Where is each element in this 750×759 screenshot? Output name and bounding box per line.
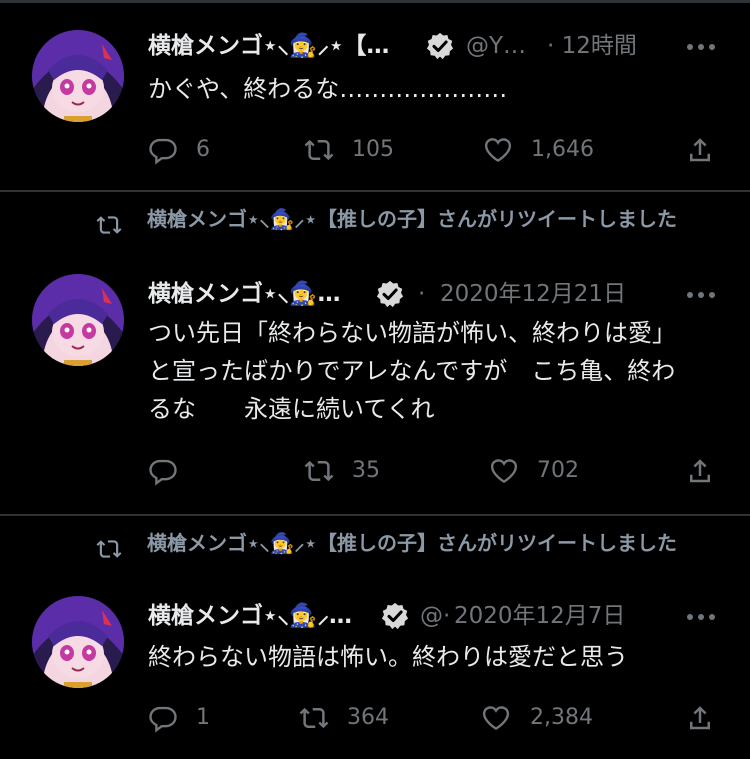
- reply-icon: [149, 138, 177, 165]
- retweet-icon: [299, 707, 329, 729]
- tweet-header: 横槍メンゴ⋆⸜🧙‍♀️… · 2020年12月21日: [148, 276, 723, 312]
- reply-count: 6: [196, 137, 210, 162]
- retweet-label[interactable]: 横槍メンゴ⋆⸜🧙‍♀️⸝⋆【推しの子】さんがリツイートしました: [147, 528, 717, 558]
- reply-button[interactable]: 1: [147, 701, 227, 735]
- avatar-image: [32, 30, 124, 122]
- reply-button[interactable]: [147, 454, 227, 488]
- share-icon: [690, 706, 710, 730]
- reply-icon: [149, 459, 177, 486]
- heart-icon: [482, 706, 510, 731]
- retweet-count: 35: [352, 458, 380, 483]
- display-name[interactable]: 横槍メンゴ⋆⸜🧙‍♀️⸝…: [148, 598, 352, 634]
- avatar-image: [32, 274, 124, 366]
- heart-icon: [484, 138, 512, 163]
- timestamp[interactable]: · 12時間: [547, 28, 637, 64]
- timestamp[interactable]: 2020年12月7日: [454, 598, 625, 634]
- timestamp[interactable]: 2020年12月21日: [440, 276, 626, 312]
- display-name[interactable]: 横槍メンゴ⋆⸜🧙‍♀️…: [148, 276, 341, 312]
- heart-icon: [490, 459, 518, 484]
- retweet-icon: [96, 540, 122, 558]
- like-count: 702: [537, 458, 579, 483]
- retweet-icon: [304, 139, 334, 161]
- share-icon: [690, 138, 710, 162]
- share-button[interactable]: [685, 454, 717, 488]
- tweet-2[interactable]: 横槍メンゴ⋆⸜🧙‍♀️⸝⋆【推しの子】さんがリツイートしました 横槍メンゴ⋆⸜🧙…: [0, 192, 750, 514]
- more-options-icon[interactable]: [686, 290, 716, 300]
- avatar[interactable]: [32, 274, 124, 366]
- tweet-text: かぐや、終わるな…………………: [148, 75, 508, 103]
- retweet-count: 364: [347, 705, 389, 730]
- retweet-indicator: 横槍メンゴ⋆⸜🧙‍♀️⸝⋆【推しの子】さんがリツイートしました: [92, 204, 712, 268]
- like-button[interactable]: 2,384: [480, 701, 610, 735]
- verified-badge-icon: [381, 602, 409, 630]
- tweet-header: 横槍メンゴ⋆⸜🧙‍♀️⸝… @· 2020年12月7日: [148, 598, 723, 634]
- tweet-text: 終わらない物語は怖い。終わりは愛だと思う: [148, 643, 628, 671]
- retweet-button[interactable]: 364: [297, 701, 407, 735]
- like-count: 2,384: [530, 705, 593, 730]
- retweet-button[interactable]: 105: [302, 133, 402, 167]
- retweet-indicator: 横槍メンゴ⋆⸜🧙‍♀️⸝⋆【推しの子】さんがリツイートしました: [92, 528, 712, 592]
- tweet-text: つい先日「終わらない物語が怖い、終わりは愛」と宣ったばかりでアレなんですが こち…: [148, 319, 676, 423]
- retweet-icon: [96, 216, 122, 234]
- handle[interactable]: @Y…: [466, 28, 526, 64]
- more-options-icon[interactable]: [686, 612, 716, 622]
- handle[interactable]: ·: [418, 276, 425, 312]
- share-icon: [690, 459, 710, 483]
- display-name[interactable]: 横槍メンゴ⋆⸜🧙‍♀️⸝⋆【…: [148, 28, 389, 64]
- avatar[interactable]: [32, 30, 124, 122]
- tweet-header: 横槍メンゴ⋆⸜🧙‍♀️⸝⋆【… @Y… · 12時間: [148, 28, 723, 64]
- reply-icon: [149, 706, 177, 733]
- reply-button[interactable]: 6: [147, 133, 227, 167]
- share-button[interactable]: [685, 701, 717, 735]
- more-options-icon[interactable]: [686, 42, 716, 52]
- handle[interactable]: @·: [420, 598, 450, 634]
- verified-badge-icon: [426, 32, 454, 60]
- like-button[interactable]: 702: [488, 454, 608, 488]
- retweet-button[interactable]: 35: [302, 454, 402, 488]
- reply-count: 1: [196, 705, 210, 730]
- retweet-count: 105: [352, 137, 394, 162]
- verified-badge-icon: [376, 280, 404, 308]
- retweet-label[interactable]: 横槍メンゴ⋆⸜🧙‍♀️⸝⋆【推しの子】さんがリツイートしました: [147, 204, 717, 234]
- tweet-1[interactable]: 横槍メンゴ⋆⸜🧙‍♀️⸝⋆【… @Y… · 12時間 かぐや、終わるな………………: [0, 0, 750, 190]
- avatar[interactable]: [32, 596, 124, 688]
- avatar-image: [32, 596, 124, 688]
- retweet-icon: [304, 460, 334, 482]
- like-count: 1,646: [531, 137, 594, 162]
- share-button[interactable]: [685, 133, 717, 167]
- tweet-3[interactable]: 横槍メンゴ⋆⸜🧙‍♀️⸝⋆【推しの子】さんがリツイートしました 横槍メンゴ⋆⸜🧙…: [0, 516, 750, 759]
- like-button[interactable]: 1,646: [482, 133, 612, 167]
